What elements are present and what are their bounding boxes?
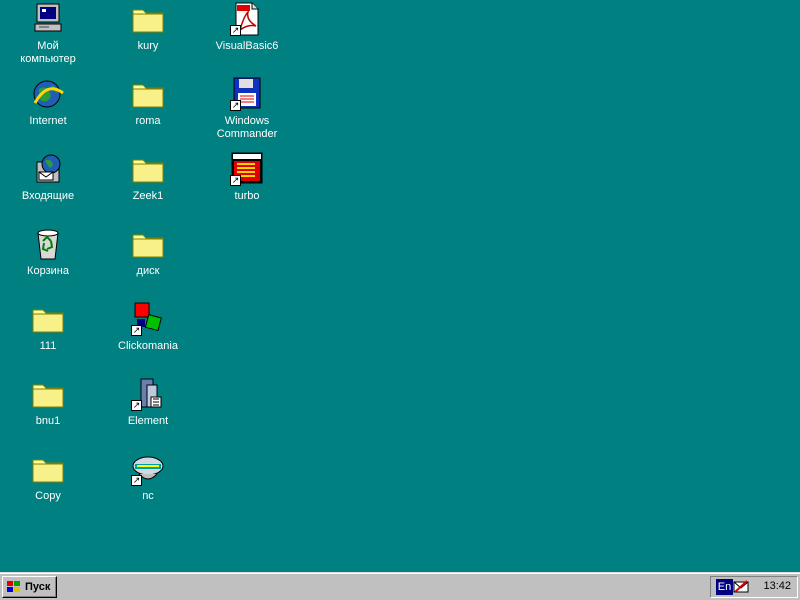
desktop-icon-label: nc [142, 490, 154, 502]
desktop-icon-label: Мой компьютер [20, 40, 76, 65]
shortcut-arrow-icon: ↗ [230, 175, 241, 186]
recycle-bin-icon [31, 227, 65, 261]
desktop-icon-label: Zeek1 [132, 190, 164, 202]
folder-icon [31, 302, 65, 336]
system-tray: En 13:42 [710, 576, 798, 598]
desktop-icon-internet[interactable]: Internet [8, 77, 88, 147]
desktop-icon-label: Входящие [21, 190, 75, 202]
desktop-icon-folder-zeek1[interactable]: Zeek1 [108, 152, 188, 222]
folder-icon [131, 152, 165, 186]
desktop-icon-nc[interactable]: ↗ nc [108, 452, 188, 522]
shortcut-arrow-icon: ↗ [131, 400, 142, 411]
desktop-icon-label: Element [127, 415, 169, 427]
desktop-icon-label: roma [135, 115, 161, 127]
windows-logo-icon [7, 581, 20, 592]
desktop-icon-folder-roma[interactable]: roma [108, 77, 188, 147]
desktop-icon-folder-kury[interactable]: kury [108, 2, 188, 72]
shortcut-arrow-icon: ↗ [230, 25, 241, 36]
borland-turbo-icon: ↗ [230, 152, 264, 186]
desktop-icon-label: Copy [35, 490, 61, 502]
desktop-icon-label: turbo [234, 190, 260, 202]
folder-icon [131, 227, 165, 261]
folder-icon [131, 2, 165, 36]
folder-icon [31, 452, 65, 486]
desktop-icon-label: Windows Commander [216, 115, 278, 140]
start-label: Пуск [25, 581, 51, 593]
desktop-icon-folder-bnu1[interactable]: bnu1 [8, 377, 88, 447]
desktop-icon-label: Internet [29, 115, 67, 127]
desktop-icon-label: Clickomania [118, 340, 178, 352]
desktop-icon-label: kury [137, 40, 159, 52]
desktop-icon-inbox[interactable]: Входящие [8, 152, 88, 222]
desktop-icon-label: 111 [39, 340, 57, 352]
desktop-icon-turbo[interactable]: ↗ turbo [207, 152, 287, 222]
desktop-icon-folder-copy[interactable]: Copy [8, 452, 88, 522]
language-indicator[interactable]: En [716, 579, 733, 595]
windows-commander-icon: ↗ [230, 77, 264, 111]
shortcut-arrow-icon: ↗ [230, 100, 241, 111]
desktop-icon-element[interactable]: ↗ Element [108, 377, 188, 447]
internet-icon [31, 77, 65, 111]
desktop-icon-visualbasic6[interactable]: ↗ VisualBasic6 [207, 2, 287, 72]
clickomania-icon: ↗ [131, 302, 165, 336]
desktop-icon-label: Корзина [27, 265, 69, 277]
shortcut-arrow-icon: ↗ [131, 325, 142, 336]
taskbar: Пуск En 13:42 [0, 572, 800, 600]
desktop-icon-my-computer[interactable]: Мой компьютер [8, 2, 88, 72]
shortcut-arrow-icon: ↗ [131, 475, 142, 486]
desktop-icon-label: VisualBasic6 [215, 40, 279, 52]
desktop-icon-folder-111[interactable]: 111 [8, 302, 88, 372]
start-button[interactable]: Пуск [2, 576, 57, 598]
desktop-icon-windows-commander[interactable]: ↗ Windows Commander [207, 77, 287, 147]
folder-icon [31, 377, 65, 411]
folder-icon [131, 77, 165, 111]
desktop-icon-recycle-bin[interactable]: Корзина [8, 227, 88, 297]
desktop[interactable]: Мой компьютер Internet Входящие Корзина … [0, 0, 800, 572]
mail-tray-icon[interactable] [733, 579, 749, 595]
element-icon: ↗ [131, 377, 165, 411]
inbox-icon [31, 152, 65, 186]
desktop-icon-label: bnu1 [35, 415, 61, 427]
pdf-document-icon: ↗ [230, 2, 264, 36]
clock[interactable]: 13:42 [763, 580, 791, 592]
my-computer-icon [31, 2, 65, 36]
norton-commander-icon: ↗ [131, 452, 165, 486]
desktop-icon-folder-disk[interactable]: диск [108, 227, 188, 297]
desktop-icon-clickomania[interactable]: ↗ Clickomania [108, 302, 188, 372]
desktop-icon-label: диск [136, 265, 160, 277]
